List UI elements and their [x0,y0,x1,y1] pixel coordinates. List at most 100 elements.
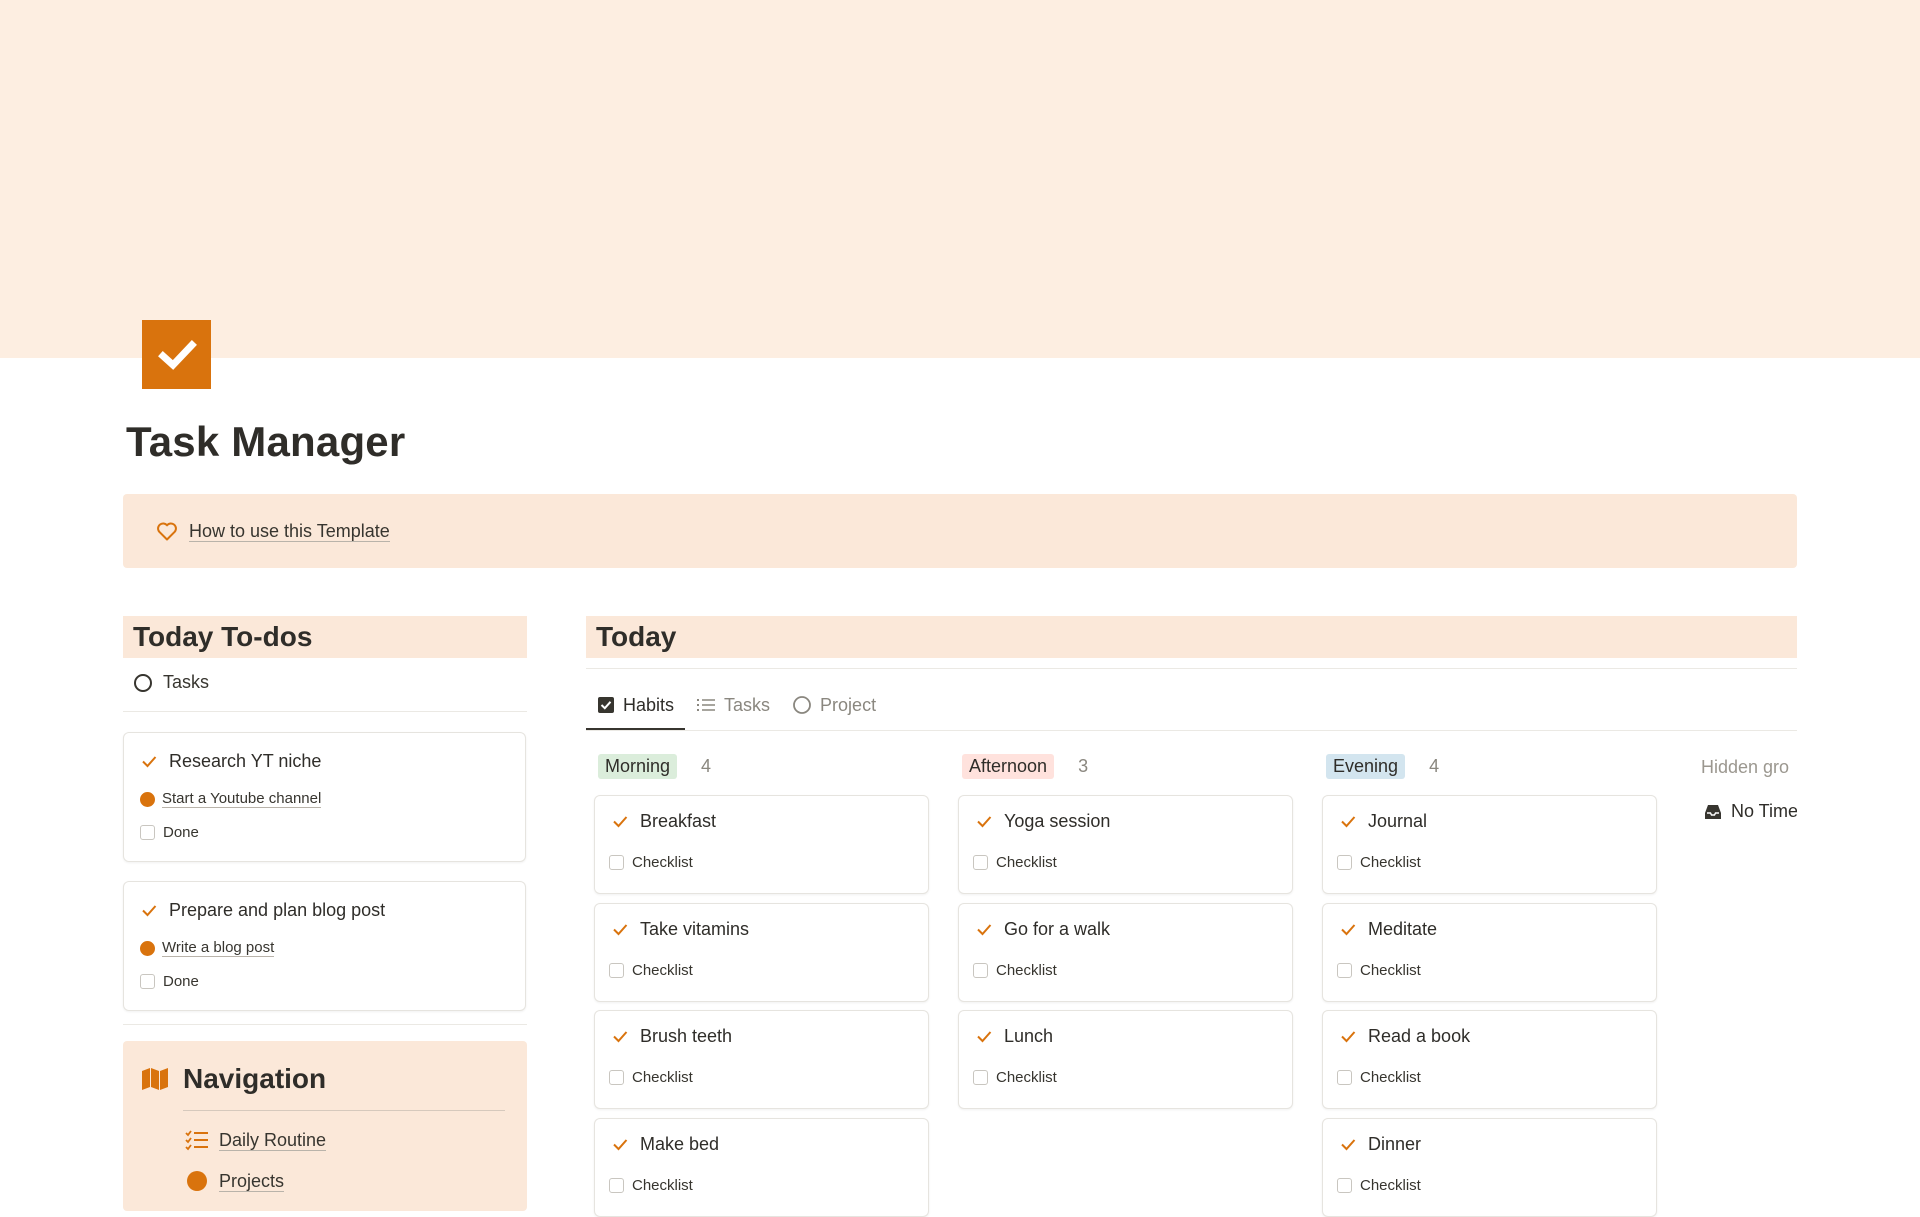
checkbox[interactable] [609,1070,624,1085]
habit-card[interactable]: Dinner Checklist [1322,1118,1657,1217]
checkbox[interactable] [1337,855,1352,870]
divider [183,1110,505,1111]
checklist-icon [185,1130,208,1151]
checkbox-label: Done [163,973,199,990]
checkbox[interactable] [1337,1178,1352,1193]
checkbox[interactable] [140,825,155,840]
habit-card[interactable]: Yoga session Checklist [958,795,1293,894]
todo-card[interactable]: Prepare and plan blog post Write a blog … [123,881,526,1011]
checkbox-label: Checklist [996,962,1057,979]
checkbox[interactable] [973,855,988,870]
group-count: 3 [1078,756,1089,776]
checkbox-icon[interactable] [142,320,211,389]
tab-label: Project [820,694,877,715]
check-icon [1337,918,1359,940]
habit-card[interactable]: Journal Checklist [1322,795,1657,894]
habit-card[interactable]: Brush teeth Checklist [594,1010,929,1109]
check-icon [973,918,995,940]
project-relation[interactable]: Start a Youtube channel [140,790,322,808]
checkbox[interactable] [609,963,624,978]
checkbox[interactable] [140,974,155,989]
map-icon [142,1068,168,1090]
habit-card[interactable]: Read a book Checklist [1322,1010,1657,1109]
habit-card[interactable]: Make bed Checklist [594,1118,929,1217]
tab-label: Tasks [163,672,210,692]
check-icon [973,1025,995,1047]
checkbox-label: Checklist [632,854,693,871]
checkbox[interactable] [1337,1070,1352,1085]
tab-tasks[interactable]: Tasks [133,672,209,693]
checkbox-label: Done [163,824,199,841]
hidden-groups-column: Hidden gro No Time [1690,740,1797,840]
navigation-title: Navigation [183,1063,327,1094]
divider [586,730,1797,731]
habit-card[interactable]: Lunch Checklist [958,1010,1293,1109]
template-guide-link[interactable]: How to use this Template [189,521,390,542]
check-icon [609,1133,631,1155]
checkbox-label: Checklist [632,1069,693,1086]
no-time-group[interactable]: No Time [1704,801,1797,822]
group-tag: Afternoon [962,754,1055,779]
checkbox[interactable] [973,1070,988,1085]
divider [586,668,1797,669]
habit-title: Read a book [1368,1025,1471,1046]
tab-label: Habits [623,694,675,715]
circle-icon [134,673,152,692]
checkbox-label: Checklist [632,1177,693,1194]
checkbox-label: Checklist [996,854,1057,871]
todo-card[interactable]: Research YT niche Start a Youtube channe… [123,732,526,862]
check-icon [1337,1025,1359,1047]
habit-card[interactable]: Breakfast Checklist [594,795,929,894]
check-icon [609,1025,631,1047]
group-header-morning[interactable]: Morning 4 [598,754,711,779]
project-dot-icon [140,940,155,956]
checkbox[interactable] [973,963,988,978]
page-title: Task Manager [126,418,406,465]
tab-tasks[interactable]: Tasks [685,682,781,728]
checkbox-label: Checklist [1360,1177,1421,1194]
project-relation[interactable]: Write a blog post [140,939,275,957]
check-icon [609,810,631,832]
habit-title: Meditate [1368,918,1438,939]
checkbox[interactable] [609,1178,624,1193]
habit-title: Dinner [1368,1133,1422,1154]
tab-label: Tasks [724,694,771,715]
habit-title: Take vitamins [640,918,750,939]
view-tabs: Habits Tasks Project [586,682,887,730]
heart-icon [155,519,179,543]
check-icon [138,899,160,921]
project-dot-icon [140,791,155,807]
nav-item-projects[interactable]: Projects [185,1170,285,1192]
nav-item-daily-routine[interactable]: Daily Routine [185,1129,327,1151]
checkbox-label: Checklist [1360,1069,1421,1086]
done-checkbox-row[interactable]: Done [140,824,199,841]
habit-title: Breakfast [640,810,717,831]
checkbox[interactable] [609,855,624,870]
habit-card[interactable]: Meditate Checklist [1322,903,1657,1002]
habit-title: Go for a walk [1004,918,1111,939]
hidden-groups-label[interactable]: Hidden gro [1701,757,1789,778]
habit-title: Journal [1368,810,1428,831]
circle-icon [793,696,811,714]
group-header-evening[interactable]: Evening 4 [1326,754,1439,779]
group-count: 4 [1429,756,1440,776]
habit-title: Brush teeth [640,1025,733,1046]
tab-project[interactable]: Project [781,682,887,728]
habit-title: Yoga session [1004,810,1111,831]
done-checkbox-row[interactable]: Done [140,973,199,990]
habit-card[interactable]: Take vitamins Checklist [594,903,929,1002]
habit-title: Make bed [640,1133,720,1154]
project-link: Start a Youtube channel [162,790,322,808]
todo-title: Research YT niche [169,750,322,771]
checkbox-label: Checklist [632,962,693,979]
today-todos-heading: Today To-dos [123,616,527,658]
page-cover [0,0,1920,358]
checkbox[interactable] [1337,963,1352,978]
habit-card[interactable]: Go for a walk Checklist [958,903,1293,1002]
circle-icon [187,1171,207,1191]
group-header-afternoon[interactable]: Afternoon 3 [962,754,1088,779]
list-icon [697,699,716,711]
project-link: Write a blog post [162,939,275,957]
group-tag: Evening [1326,754,1406,779]
tab-habits[interactable]: Habits [586,682,686,730]
